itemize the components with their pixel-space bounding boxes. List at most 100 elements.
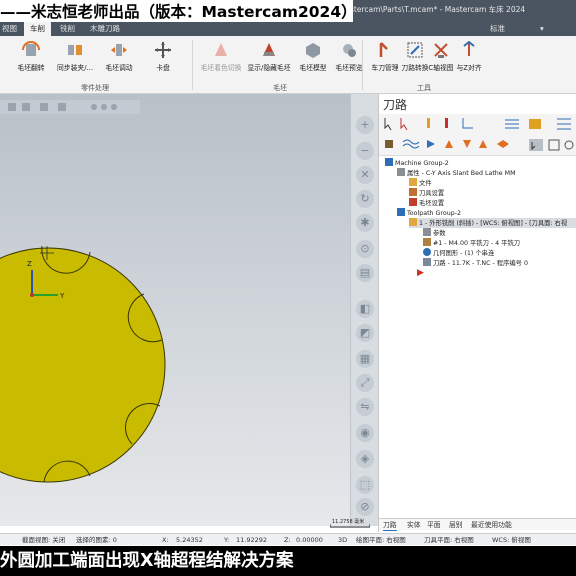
tree-node-tool[interactable]: #1 - M4.00 平铣刀 - 4 平铣刀	[423, 238, 520, 248]
zoom-in-icon[interactable]: +	[356, 116, 374, 134]
zoom-out-icon[interactable]: −	[356, 142, 374, 160]
clear-colors-icon[interactable]: ⬚	[356, 476, 374, 494]
panel-tab-toolpaths[interactable]: 刀路	[383, 519, 397, 531]
tool-plane[interactable]: 刀具平面: 右视图	[424, 534, 474, 546]
stock-group-label: 毛坯	[273, 84, 287, 92]
planes-icon[interactable]: ▦	[356, 350, 374, 368]
filter-icon[interactable]	[529, 139, 543, 151]
tree-node-operation-1[interactable]: 1 - 外形铣削 (斜插) - [WCS: 俯视图] - [刀具面: 右视	[409, 218, 576, 228]
x-coord: 5.24352	[176, 536, 203, 544]
part-face[interactable]	[0, 247, 166, 483]
help-icon[interactable]	[564, 140, 574, 150]
tab-milling[interactable]: 铣削	[54, 22, 81, 36]
select-failed-icon[interactable]	[400, 118, 408, 131]
stop-icon[interactable]: ⊘	[356, 498, 374, 516]
chuck-button[interactable]: 卡盘	[140, 40, 186, 80]
sections-icon[interactable]: ◈	[356, 450, 374, 468]
shade-icon[interactable]: ◧	[356, 300, 374, 318]
toolpath-group-icon	[397, 208, 405, 216]
stock-preview-label: 毛坯预览	[335, 64, 363, 72]
tree-node-label: 几何图形 - (1) 个串连	[433, 250, 495, 257]
construction-plane[interactable]: 绘图平面: 右视图	[356, 534, 406, 546]
toggle-icon[interactable]	[427, 140, 435, 148]
align-z-button[interactable]: 与Z对齐	[448, 40, 490, 80]
insert-pointer-icon[interactable]	[497, 140, 509, 148]
stock-flip-button[interactable]: 毛坯翻转	[8, 40, 54, 80]
stock-flip-label: 毛坯翻转	[17, 64, 45, 72]
tab-view[interactable]: 视图	[0, 22, 23, 36]
tree-node-label: 参数	[433, 230, 446, 237]
align-z-icon	[463, 40, 475, 56]
panel-tabs: 刀路 实体 平面 层别 最近使用功能	[379, 518, 576, 531]
tree-node-toolpath[interactable]: 刀路 - 11.7K - T.NC - 程序编号 0	[423, 258, 528, 268]
wave-icon[interactable]	[402, 139, 420, 149]
backplot-icon[interactable]	[462, 118, 473, 129]
panel-tab-levels[interactable]: 层别	[449, 519, 463, 531]
tree-node-label: 刀具设置	[419, 190, 445, 197]
z-coord-label: Z:	[284, 536, 291, 544]
rotate-view-icon[interactable]: ↻	[356, 190, 374, 208]
regenerate-dirty-icon[interactable]	[445, 118, 448, 128]
part-group-label: 零件处理	[81, 84, 109, 92]
selected-count: 选择的图素: 0	[76, 536, 117, 544]
translate-icon[interactable]: ⤢	[356, 374, 374, 392]
axis-view-icon[interactable]: ✱	[356, 214, 374, 232]
toolpath-panel: 刀路 Machine Group-2 属性 - C-Y Axis Slant B…	[378, 94, 576, 532]
view-quick-toolbar[interactable]	[0, 100, 140, 114]
panel-tab-recent[interactable]: 最近使用功能	[471, 519, 512, 531]
tree-node-machine-group[interactable]: Machine Group-2	[385, 158, 449, 168]
tree-node-geometry[interactable]: 几何图形 - (1) 个串连	[423, 248, 494, 258]
stock-shade-label: 毛坯着色切换	[200, 64, 242, 72]
post-icon[interactable]	[557, 118, 571, 130]
tool-settings-icon	[409, 188, 417, 196]
move-down-icon[interactable]	[463, 140, 471, 148]
verify-icon[interactable]	[505, 119, 519, 129]
wireframe-icon[interactable]: ◩	[356, 324, 374, 342]
delete-view-icon[interactable]: ✕	[356, 166, 374, 184]
mode-3d[interactable]: 3D	[338, 534, 347, 546]
tree-node-parameters[interactable]: 参数	[423, 228, 446, 238]
tree-node-label: 属性 - C-Y Axis Slant Bed Lathe MM	[407, 170, 516, 177]
lock-icon[interactable]	[385, 140, 393, 148]
tree-node-stock-setup[interactable]: 毛坯设置	[409, 198, 444, 208]
tree-node-files[interactable]: 文件	[409, 178, 432, 188]
sync-chuck-button[interactable]: 同步装夹/...	[52, 40, 98, 80]
stock-model-icon	[306, 43, 320, 58]
tab-wood-toolpath[interactable]: 木雕刀路	[84, 22, 126, 36]
panel-tab-planes[interactable]: 平面	[427, 519, 441, 531]
tree-node-properties[interactable]: 属性 - C-Y Axis Slant Bed Lathe MM	[397, 168, 516, 178]
regenerate-icon[interactable]	[427, 118, 430, 128]
show-hide-stock-button[interactable]: 显示/隐藏毛坯	[246, 40, 292, 80]
move-up-icon[interactable]	[479, 140, 487, 148]
fit-view-icon[interactable]: ▤	[356, 264, 374, 282]
tree-node-tool-settings[interactable]: 刀具设置	[409, 188, 444, 198]
stock-shade-toggle-button[interactable]: 毛坯着色切换	[198, 40, 244, 80]
show-icon[interactable]	[548, 139, 560, 151]
graphics-viewport[interactable]: Z Y	[0, 94, 350, 526]
toolpath-icon	[423, 258, 431, 266]
tree-node-toolpath-group[interactable]: Toolpath Group-2	[397, 208, 461, 218]
insert-arrow-marker-icon[interactable]: ▶	[417, 268, 424, 278]
folder-icon	[409, 178, 417, 186]
wcs-status[interactable]: WCS: 俯视图	[492, 534, 531, 546]
workspace-label[interactable]: 标准	[490, 22, 505, 36]
user-account[interactable]: ▾ myMaste	[540, 22, 576, 47]
stock-setup-icon	[409, 198, 417, 206]
video-caption: 外圆加工端面出现X轴超程结解决方案	[0, 546, 576, 576]
show-hide-stock-label: 显示/隐藏毛坯	[247, 64, 291, 72]
tree-node-label: 毛坯设置	[419, 200, 445, 207]
mirror-icon[interactable]: ⇋	[356, 398, 374, 416]
simulate-icon[interactable]	[529, 119, 541, 129]
select-all-icon[interactable]	[384, 118, 392, 131]
tab-turning[interactable]: 车削	[24, 22, 51, 36]
section-view-status[interactable]: 截面视图: 关闭	[22, 534, 65, 546]
stock-move-button[interactable]: 毛坯调动	[96, 40, 142, 80]
part-drawing: Z Y	[0, 100, 166, 483]
ribbon-tab-bar: 视图 车削 铣削 木雕刀路 标准 ▾ myMaste	[0, 22, 576, 47]
y-coord-label: Y:	[224, 536, 230, 544]
select-icon[interactable]: ⊙	[356, 240, 374, 258]
ribbon: 毛坯翻转 同步装夹/... 毛坯调动 卡盘 零件处理 毛坯着色切换 显示/隐藏毛…	[0, 36, 576, 94]
panel-tab-solids[interactable]: 实体	[407, 519, 421, 531]
insert-arrow-icon[interactable]	[445, 140, 453, 148]
analyze-icon[interactable]: ◉	[356, 424, 374, 442]
